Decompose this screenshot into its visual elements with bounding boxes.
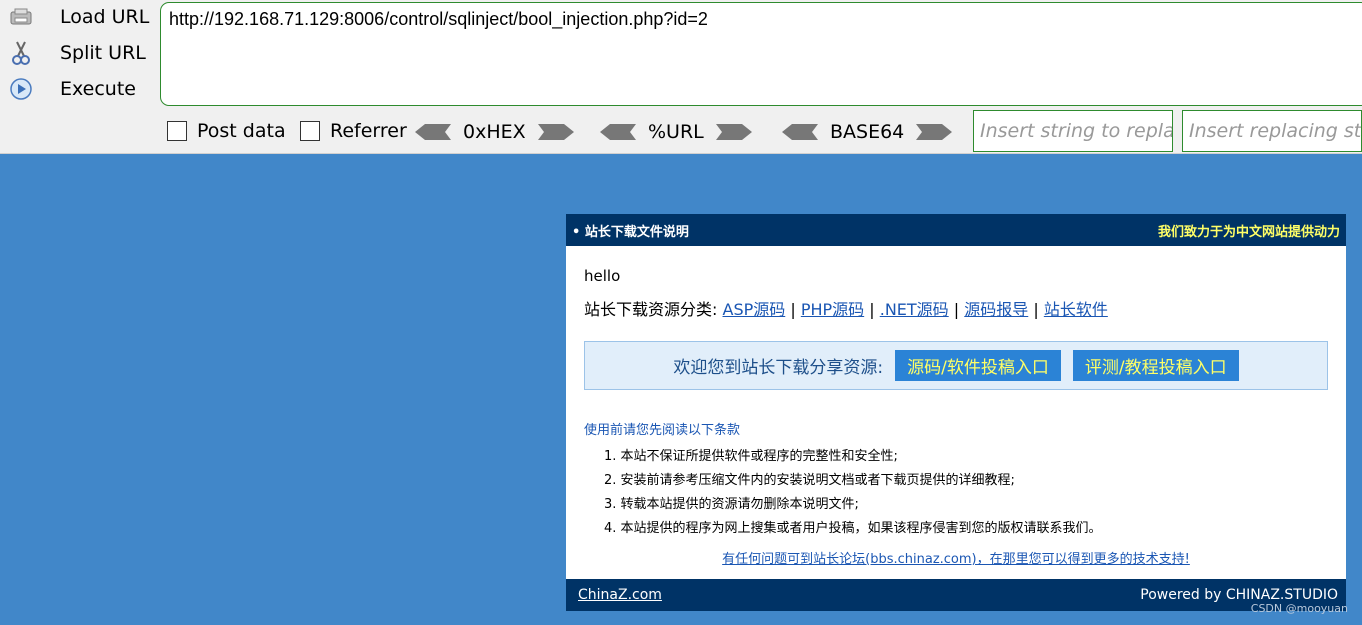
terms-list: 1. 本站不保证所提供软件或程序的完整性和安全性; 2. 安装前请参考压缩文件内… (604, 445, 1102, 541)
execute-label: Execute (60, 78, 136, 100)
category-link-software[interactable]: 站长软件 (1044, 300, 1108, 319)
hex-decode-arrow-icon[interactable] (415, 122, 451, 142)
hex-encoder: 0xHEX (415, 118, 574, 146)
split-url-button[interactable]: Split URL (8, 36, 158, 70)
split-url-label: Split URL (60, 42, 146, 64)
category-row: 站长下载资源分类: ASP源码 | PHP源码 | .NET源码 | 源码报导 … (584, 300, 1108, 319)
welcome-box: 欢迎您到站长下载分享资源: 源码/软件投稿入口 评测/教程投稿入口 (584, 341, 1328, 390)
referrer-checkbox[interactable]: Referrer (300, 120, 407, 142)
url-encoder: %URL (600, 118, 752, 146)
terms-item: 1. 本站不保证所提供软件或程序的完整性和安全性; (604, 449, 898, 464)
play-icon (8, 76, 34, 102)
panel-header: • 站长下载文件说明 我们致力于为中文网站提供动力 (566, 214, 1346, 246)
hex-label: 0xHEX (463, 121, 526, 143)
base64-encode-arrow-icon[interactable] (916, 122, 953, 142)
panel-title: • 站长下载文件说明 (572, 224, 689, 240)
download-info-panel: • 站长下载文件说明 我们致力于为中文网站提供动力 hello 站长下载资源分类… (566, 214, 1346, 611)
terms-item: 3. 转载本站提供的资源请勿删除本说明文件; (604, 497, 859, 512)
panel-footer: ChinaZ.com Powered by CHINAZ.STUDIO (566, 579, 1346, 611)
forum-link[interactable]: 有任何问题可到站长论坛(bbs.chinaz.com)，在那里您可以得到更多的技… (566, 548, 1346, 567)
load-url-label: Load URL (60, 6, 150, 28)
terms-title: 使用前请您先阅读以下条款 (584, 423, 741, 438)
submit-review-button[interactable]: 评测/教程投稿入口 (1072, 350, 1239, 381)
base64-decode-arrow-icon[interactable] (782, 122, 818, 142)
chinaz-link[interactable]: ChinaZ.com (578, 587, 662, 603)
watermark-text: CSDN @mooyuan (1250, 602, 1348, 615)
replacing-string-input[interactable]: Insert replacing string (1182, 110, 1362, 152)
hackbar-toolbar: Load URL Split URL Execute http://192.16… (0, 0, 1362, 154)
post-data-label: Post data (197, 120, 286, 142)
load-url-button[interactable]: Load URL (8, 0, 158, 34)
base64-label: BASE64 (830, 121, 905, 143)
terms-item: 2. 安装前请参考压缩文件内的安装说明文档或者下载页提供的详细教程; (604, 473, 1015, 488)
panel-slogan: 我们致力于为中文网站提供动力 (1157, 224, 1340, 240)
post-data-checkbox[interactable]: Post data (167, 120, 286, 142)
submit-source-button[interactable]: 源码/软件投稿入口 (895, 350, 1061, 381)
url-encode-arrow-icon[interactable] (715, 122, 752, 142)
referrer-box[interactable] (300, 121, 320, 141)
load-url-icon (8, 4, 34, 30)
hello-text: hello (584, 267, 621, 285)
hex-encode-arrow-icon[interactable] (537, 122, 574, 142)
powered-by-text: Powered by CHINAZ.STUDIO (1140, 587, 1338, 603)
category-link-net[interactable]: .NET源码 (880, 300, 949, 319)
scissors-icon (8, 40, 34, 66)
terms-item: 4. 本站提供的程序为网上搜集或者用户投稿，如果该程序侵害到您的版权请联系我们。 (604, 521, 1102, 536)
url-input[interactable]: http://192.168.71.129:8006/control/sqlin… (160, 2, 1362, 106)
category-link-php[interactable]: PHP源码 (801, 300, 864, 319)
replace-string-input[interactable]: Insert string to replace (973, 110, 1173, 152)
welcome-text: 欢迎您到站长下载分享资源: (673, 358, 884, 378)
category-label: 站长下载资源分类: (584, 300, 718, 319)
base64-encoder: BASE64 (782, 118, 953, 146)
category-link-news[interactable]: 源码报导 (964, 300, 1028, 319)
referrer-label: Referrer (330, 120, 407, 142)
post-data-box[interactable] (167, 121, 187, 141)
url-enc-label: %URL (648, 121, 704, 143)
url-decode-arrow-icon[interactable] (600, 122, 636, 142)
execute-button[interactable]: Execute (8, 72, 158, 106)
category-link-asp[interactable]: ASP源码 (723, 300, 786, 319)
